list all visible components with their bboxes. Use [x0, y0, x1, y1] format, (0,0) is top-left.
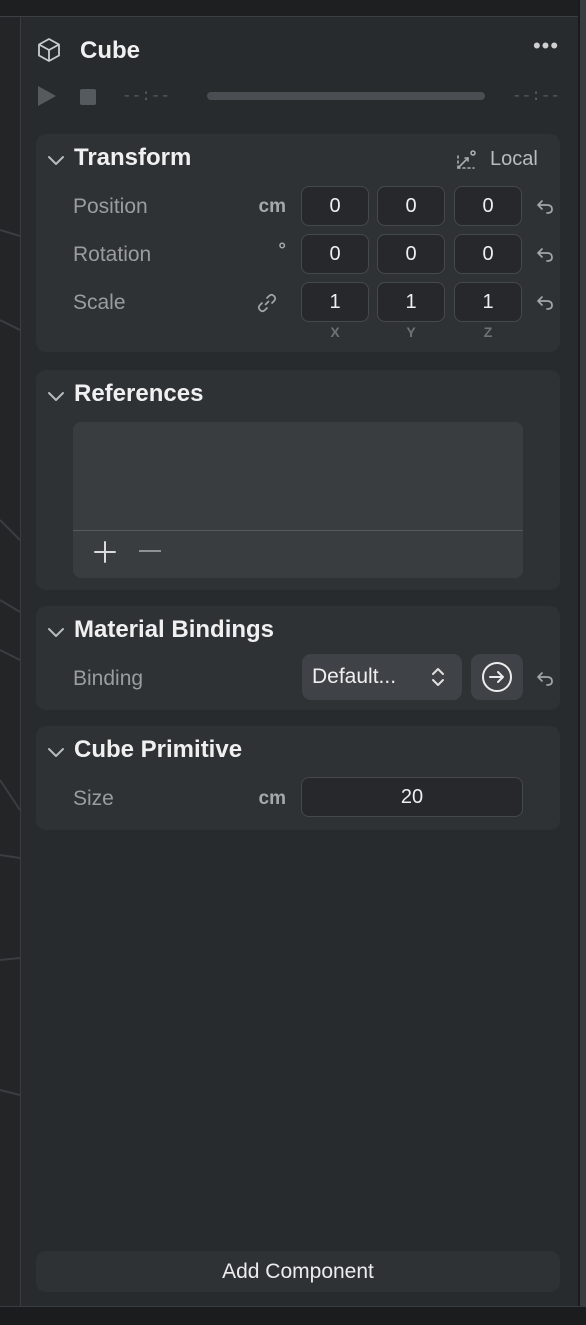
axis-y-label: Y — [406, 324, 416, 340]
reset-icon[interactable] — [535, 196, 555, 216]
position-label: Position — [73, 195, 148, 218]
scale-label: Scale — [73, 291, 126, 314]
position-z-field[interactable]: 0 — [454, 186, 522, 226]
scale-x-field[interactable]: 1 — [301, 282, 369, 322]
space-toggle[interactable]: Local — [454, 148, 540, 174]
binding-select[interactable]: Default... — [302, 654, 462, 700]
time-end: --:-- — [511, 87, 560, 105]
chevron-down-icon — [48, 748, 64, 757]
binding-label: Binding — [73, 667, 144, 690]
axis-z-label: Z — [483, 324, 493, 340]
scale-y-field[interactable]: 1 — [377, 282, 445, 322]
space-label: Local — [490, 148, 538, 170]
size-field[interactable]: 20 — [301, 777, 523, 817]
position-y-field[interactable]: 0 — [377, 186, 445, 226]
chevron-down-icon — [48, 392, 64, 401]
transform-section: Transform Local Position cm 0 0 0 Rotati… — [36, 134, 560, 352]
updown-icon — [432, 668, 444, 686]
entity-title: Cube — [80, 37, 140, 64]
position-unit: cm — [258, 196, 286, 217]
arrow-right-circle-icon — [482, 662, 512, 692]
references-list[interactable] — [73, 422, 523, 578]
bottom-edge — [0, 1306, 586, 1325]
time-start: --:-- — [122, 87, 171, 105]
cube-icon — [38, 38, 60, 62]
top-edge — [0, 0, 578, 17]
rotation-y-field[interactable]: 0 — [377, 234, 445, 274]
link-icon[interactable] — [256, 292, 278, 314]
material-bindings-section: Material Bindings Binding Default... — [36, 606, 560, 710]
section-title: Cube Primitive — [74, 736, 243, 763]
reset-icon[interactable] — [535, 668, 555, 688]
rotation-z-field[interactable]: 0 — [454, 234, 522, 274]
references-section: References — [36, 370, 560, 590]
axis-x-label: X — [330, 324, 340, 340]
material-bindings-header[interactable]: Material Bindings — [46, 616, 346, 646]
inspector-header: Cube ••• — [36, 28, 560, 72]
chevron-down-icon — [48, 628, 64, 637]
size-unit: cm — [258, 788, 286, 809]
timeline-scrubber[interactable] — [207, 92, 485, 100]
section-title: References — [74, 380, 204, 407]
go-to-material-button[interactable] — [471, 654, 523, 700]
reset-icon[interactable] — [535, 244, 555, 264]
cube-primitive-section: Cube Primitive Size cm 20 — [36, 726, 560, 830]
viewport-wireframe — [0, 229, 20, 1096]
scale-z-field[interactable]: 1 — [454, 282, 522, 322]
more-icon[interactable]: ••• — [532, 32, 560, 60]
references-header[interactable]: References — [46, 380, 346, 410]
play-icon[interactable] — [38, 86, 56, 106]
reset-icon[interactable] — [535, 292, 555, 312]
transform-header[interactable]: Transform — [46, 144, 346, 174]
plus-icon[interactable] — [93, 540, 117, 564]
cube-primitive-header[interactable]: Cube Primitive — [46, 736, 346, 766]
chevron-down-icon — [48, 156, 64, 165]
position-x-field[interactable]: 0 — [301, 186, 369, 226]
add-component-button[interactable]: Add Component — [36, 1251, 560, 1292]
window-edge — [580, 0, 586, 1324]
minus-icon[interactable] — [139, 550, 161, 552]
rotation-x-field[interactable]: 0 — [301, 234, 369, 274]
local-space-icon — [457, 150, 476, 169]
playback-bar: --:-- --:-- — [36, 84, 560, 110]
list-divider — [73, 530, 523, 531]
section-title: Transform — [74, 144, 192, 171]
viewport-edge — [0, 0, 20, 1324]
stop-icon[interactable] — [80, 89, 96, 105]
section-title: Material Bindings — [74, 616, 275, 643]
rotation-unit: ° — [278, 240, 286, 261]
binding-value: Default... — [312, 665, 397, 688]
size-label: Size — [73, 787, 114, 810]
rotation-label: Rotation — [73, 243, 152, 266]
